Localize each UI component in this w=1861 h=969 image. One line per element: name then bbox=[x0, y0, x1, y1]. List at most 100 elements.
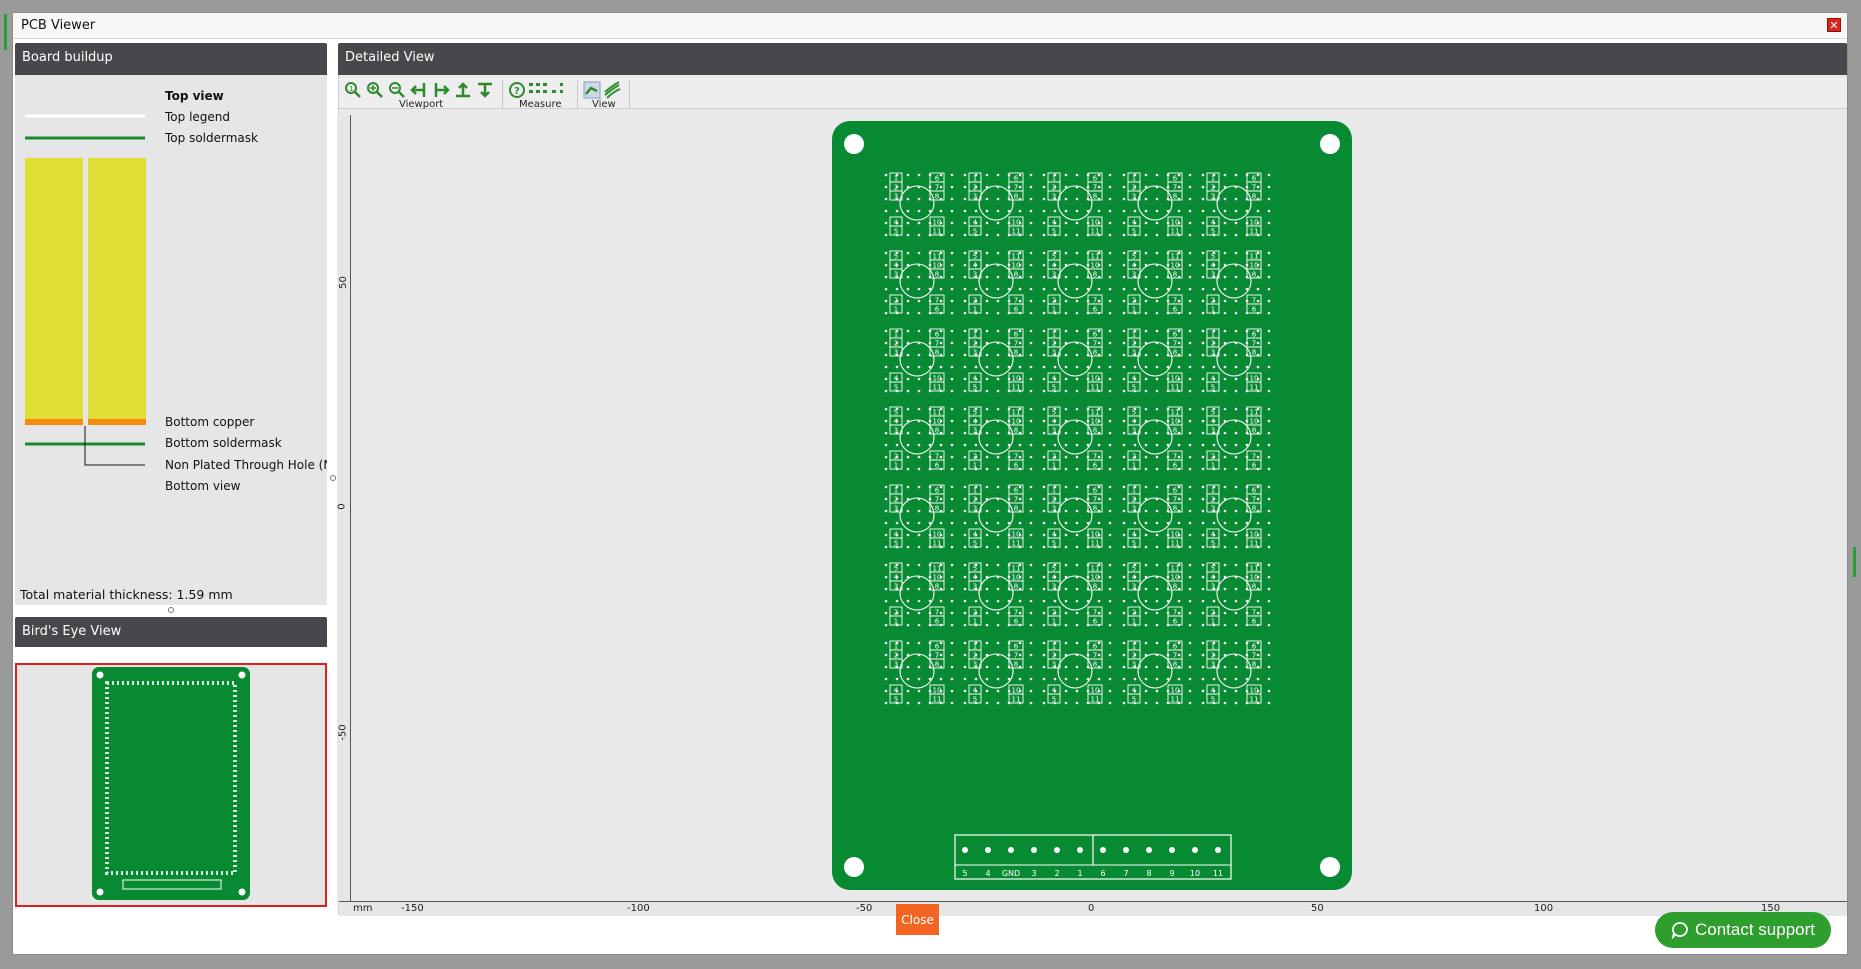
pin-number: 8 bbox=[1093, 427, 1097, 435]
pad-dot bbox=[950, 545, 954, 549]
ruler-x-tick: 100 bbox=[1534, 903, 1554, 914]
pad-dot bbox=[1097, 299, 1101, 303]
pad-dot bbox=[963, 311, 967, 315]
pad-dot bbox=[1122, 353, 1126, 357]
pad-dot bbox=[906, 665, 910, 669]
pad-dot bbox=[1201, 641, 1205, 645]
pin-number: 8 bbox=[1093, 505, 1097, 513]
pad-dot bbox=[963, 365, 967, 369]
pan-up-icon[interactable] bbox=[454, 81, 472, 99]
pad-dot bbox=[1155, 623, 1159, 627]
pad-dot bbox=[1029, 221, 1033, 225]
pin-number: 2 bbox=[1132, 609, 1136, 617]
ruler-y-handle[interactable] bbox=[330, 475, 336, 481]
zoom-in-icon[interactable] bbox=[366, 81, 384, 99]
pad-dot bbox=[1122, 677, 1126, 681]
contact-support-button[interactable]: Contact support bbox=[1655, 912, 1831, 948]
help-icon[interactable]: ? bbox=[508, 81, 526, 99]
pin-number: 4 bbox=[1211, 531, 1216, 539]
layers-stack-icon[interactable] bbox=[603, 81, 621, 99]
pad-dot bbox=[1155, 299, 1159, 303]
pin-number: 2 bbox=[1211, 496, 1215, 504]
zoom-out-icon[interactable] bbox=[388, 81, 406, 99]
pin-number: 7 bbox=[1014, 340, 1018, 348]
pad-dot bbox=[1029, 299, 1033, 303]
pad-dot bbox=[1042, 173, 1046, 177]
pad-dot bbox=[963, 263, 967, 267]
pan-left-icon[interactable] bbox=[410, 81, 428, 99]
pan-down-icon[interactable] bbox=[476, 81, 494, 99]
birds-eye-panel[interactable] bbox=[15, 663, 327, 907]
pin-number: 1 bbox=[894, 487, 898, 495]
measure-icon[interactable] bbox=[528, 81, 566, 99]
pad-dot bbox=[1018, 497, 1022, 501]
pad-dot bbox=[1223, 311, 1227, 315]
zoom-fit-icon[interactable]: 1 bbox=[344, 81, 362, 99]
pin-number: 7 bbox=[1252, 652, 1256, 660]
pad-dot bbox=[1064, 611, 1068, 615]
pad-dot bbox=[884, 521, 888, 525]
pin-number: 8 bbox=[1173, 271, 1177, 279]
pad-dot bbox=[963, 299, 967, 303]
pin-number: 6 bbox=[1093, 487, 1098, 495]
pad-dot bbox=[1042, 677, 1046, 681]
toolbar-separator bbox=[502, 80, 503, 108]
pad-dot bbox=[1155, 431, 1159, 435]
pad-dot bbox=[1234, 407, 1238, 411]
pad-dot bbox=[1108, 311, 1112, 315]
pad-dot bbox=[906, 365, 910, 369]
pin-number: 6 bbox=[1173, 306, 1178, 314]
pin-number: 8 bbox=[935, 271, 939, 279]
connector-pin bbox=[1123, 847, 1129, 853]
pin-number: 10 bbox=[1250, 262, 1259, 270]
pad-dot bbox=[996, 287, 1000, 291]
pad-dot bbox=[996, 509, 1000, 513]
pad-dot bbox=[974, 521, 978, 525]
pad-dot bbox=[1188, 221, 1192, 225]
pin-number: 3 bbox=[973, 193, 977, 201]
pad-dot bbox=[996, 299, 1000, 303]
pad-dot bbox=[1201, 185, 1205, 189]
pad-dot bbox=[1155, 467, 1159, 471]
pad-dot bbox=[1029, 173, 1033, 177]
pad-dot bbox=[1075, 311, 1079, 315]
pad-dot bbox=[1267, 545, 1271, 549]
pad-dot bbox=[1053, 677, 1057, 681]
pin-number: 10 bbox=[1250, 531, 1259, 539]
pin-number: 2 bbox=[894, 297, 898, 305]
pad-dot bbox=[1256, 497, 1260, 501]
window-close-icon[interactable]: ✕ bbox=[1827, 18, 1841, 32]
pad-dot bbox=[1201, 221, 1205, 225]
layer-bottom-view: Bottom view bbox=[165, 479, 241, 493]
pad-dot bbox=[1201, 623, 1205, 627]
pad-dot bbox=[906, 443, 910, 447]
pad-dot bbox=[1223, 509, 1227, 513]
pad-dot bbox=[1144, 545, 1148, 549]
pad-dot bbox=[950, 563, 954, 567]
pin-number: 7 bbox=[935, 340, 939, 348]
buildup-resize-handle[interactable] bbox=[168, 607, 174, 613]
pad-dot bbox=[1064, 353, 1068, 357]
pin-number: 2 bbox=[894, 609, 898, 617]
pin-number: 1 bbox=[894, 306, 898, 314]
pan-right-icon[interactable] bbox=[432, 81, 450, 99]
close-button[interactable]: Close bbox=[896, 904, 939, 935]
pad-dot bbox=[1122, 173, 1126, 177]
toolbar-separator bbox=[577, 80, 578, 108]
pad-dot bbox=[917, 173, 921, 177]
pad-dot bbox=[1223, 443, 1227, 447]
pin-number: 6 bbox=[1252, 487, 1257, 495]
pin-number: 11 bbox=[1091, 228, 1100, 236]
pad-dot bbox=[1097, 287, 1101, 291]
pad-dot bbox=[950, 509, 954, 513]
pin-number: 5 bbox=[1052, 384, 1056, 392]
pad-dot bbox=[963, 197, 967, 201]
pin-number: 1 bbox=[894, 175, 898, 183]
layers-view-icon[interactable] bbox=[583, 81, 601, 99]
pad-dot bbox=[1042, 353, 1046, 357]
pad-dot bbox=[996, 599, 1000, 603]
pad-dot bbox=[1108, 377, 1112, 381]
pad-dot bbox=[1108, 641, 1112, 645]
pad-dot bbox=[917, 599, 921, 603]
pad-dot bbox=[1122, 575, 1126, 579]
